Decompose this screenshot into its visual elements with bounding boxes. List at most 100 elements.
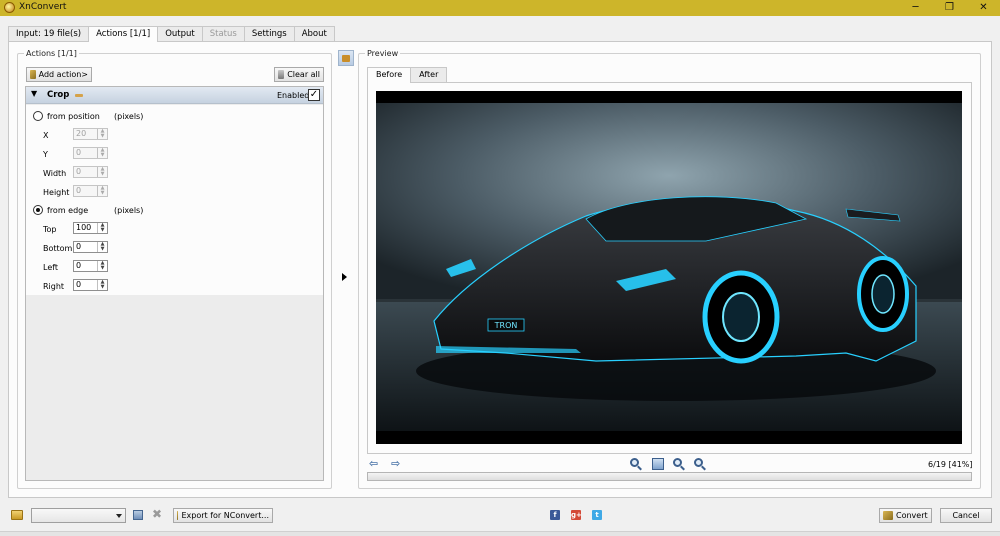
- height-spin-arrows-icon: ▲ ▼: [97, 186, 107, 196]
- convert-button[interactable]: Convert: [879, 508, 932, 523]
- cancel-button[interactable]: Cancel: [940, 508, 992, 523]
- maximize-button[interactable]: ❐: [932, 0, 967, 16]
- status-bar: [0, 531, 1000, 536]
- left-value: 0: [76, 261, 82, 270]
- convert-icon: [883, 511, 893, 520]
- export-icon: [177, 511, 179, 520]
- zoom-out-icon[interactable]: [694, 458, 706, 471]
- left-stepper[interactable]: 0 ▲ ▼: [73, 260, 108, 272]
- height-stepper: 0 ▲ ▼: [73, 185, 108, 197]
- tab-actions[interactable]: Actions [1/1]: [88, 26, 159, 42]
- right-label: Right: [43, 282, 65, 291]
- tab-status: Status: [201, 26, 245, 41]
- from-edge-unit: (pixels): [114, 206, 144, 215]
- enabled-checkbox[interactable]: ✓: [308, 89, 320, 101]
- right-spin-arrows-icon[interactable]: ▲ ▼: [97, 280, 107, 290]
- fit-to-window-icon[interactable]: [652, 458, 664, 470]
- top-spin-arrows-icon[interactable]: ▲ ▼: [97, 223, 107, 233]
- export-label: Export for NConvert...: [181, 511, 269, 520]
- main-tabs: Input: 19 file(s) Actions [1/1] Output S…: [8, 26, 335, 42]
- window-title: XnConvert: [19, 2, 67, 12]
- width-label: Width: [43, 169, 67, 178]
- top-stepper[interactable]: 100 ▲ ▼: [73, 222, 108, 234]
- bottom-stepper[interactable]: 0 ▲ ▼: [73, 241, 108, 253]
- chevron-down-icon: [116, 514, 122, 518]
- right-stepper[interactable]: 0 ▲ ▼: [73, 279, 108, 291]
- from-position-unit: (pixels): [114, 112, 144, 121]
- right-value: 0: [76, 280, 82, 289]
- car-badge-text: TRON: [494, 321, 518, 330]
- left-label: Left: [43, 263, 59, 272]
- crop-action-header[interactable]: ▼ Crop Enabled ✓: [26, 87, 323, 104]
- save-preset-icon[interactable]: [133, 510, 143, 520]
- preview-group-title: Preview: [365, 49, 401, 58]
- clear-all-icon: [278, 70, 285, 79]
- x-spin-arrows-icon: ▲ ▼: [97, 129, 107, 139]
- action-list: ▼ Crop Enabled ✓ from position (pixels) …: [25, 86, 324, 481]
- height-value: 0: [76, 186, 82, 195]
- tab-about[interactable]: About: [293, 26, 335, 41]
- tab-after[interactable]: After: [410, 67, 448, 82]
- width-value: 0: [76, 167, 82, 176]
- clear-all-label: Clear all: [287, 70, 320, 79]
- bottom-label: Bottom: [43, 244, 73, 253]
- height-label: Height: [43, 188, 70, 197]
- top-value: 100: [76, 223, 92, 232]
- bottom-value: 0: [76, 242, 82, 251]
- expand-arrow-icon[interactable]: [342, 273, 347, 281]
- image-counter: 6/19 [41%]: [928, 460, 973, 469]
- width-spin-arrows-icon: ▲ ▼: [97, 167, 107, 177]
- next-arrow-icon[interactable]: ⇨: [391, 458, 403, 470]
- x-value: 20: [76, 129, 87, 138]
- y-label: Y: [43, 150, 48, 159]
- convert-label: Convert: [896, 511, 928, 520]
- top-label: Top: [43, 225, 57, 234]
- from-position-radio[interactable]: [33, 111, 43, 121]
- car-illustration: TRON: [376, 91, 962, 444]
- cancel-label: Cancel: [952, 511, 980, 520]
- facebook-icon[interactable]: f: [550, 510, 560, 520]
- tab-input[interactable]: Input: 19 file(s): [8, 26, 90, 41]
- from-edge-radio[interactable]: [33, 205, 43, 215]
- preset-dropdown[interactable]: [31, 508, 126, 523]
- enabled-label: Enabled: [277, 91, 310, 100]
- remove-action-icon[interactable]: [75, 94, 83, 97]
- from-position-label: from position: [47, 112, 100, 121]
- width-stepper: 0 ▲ ▼: [73, 166, 108, 178]
- zoom-in-icon[interactable]: [630, 458, 642, 471]
- preview-scrollbar[interactable]: [367, 472, 972, 481]
- add-action-button[interactable]: Add action>: [26, 67, 92, 82]
- y-spin-arrows-icon: ▲ ▼: [97, 148, 107, 158]
- clear-all-button[interactable]: Clear all: [274, 67, 324, 82]
- zoom-actual-icon[interactable]: [673, 458, 685, 471]
- crop-settings: from position (pixels) X 20 ▲ ▼ Y 0 ▲ ▼ Wi…: [26, 105, 323, 295]
- preview-image: TRON: [376, 91, 962, 444]
- minimize-button[interactable]: ─: [898, 0, 933, 16]
- google-plus-icon[interactable]: g+: [571, 510, 582, 520]
- xnconvert-logo-icon: [4, 2, 15, 13]
- previous-arrow-icon[interactable]: ⇦: [369, 458, 381, 470]
- x-stepper: 20 ▲ ▼: [73, 128, 108, 140]
- add-action-label: Add action>: [38, 70, 88, 79]
- preview-tabs: Before After: [367, 67, 448, 83]
- actions-group-title: Actions [1/1]: [24, 49, 79, 58]
- tab-settings[interactable]: Settings: [243, 26, 295, 41]
- title-bar: XnConvert ─ ❐ ✕: [0, 0, 1000, 16]
- from-edge-label: from edge: [47, 206, 89, 215]
- y-value: 0: [76, 148, 82, 157]
- crop-action-name: Crop: [47, 90, 70, 100]
- left-spin-arrows-icon[interactable]: ▲ ▼: [97, 261, 107, 271]
- twitter-icon[interactable]: t: [592, 510, 602, 520]
- y-stepper: 0 ▲ ▼: [73, 147, 108, 159]
- tab-before[interactable]: Before: [367, 67, 412, 83]
- x-label: X: [43, 131, 49, 140]
- tab-output[interactable]: Output: [157, 26, 203, 41]
- delete-preset-icon[interactable]: ✖: [152, 508, 162, 520]
- open-folder-icon[interactable]: [11, 510, 23, 520]
- add-action-icon: [30, 70, 36, 79]
- close-button[interactable]: ✕: [966, 0, 1000, 16]
- export-nconvert-button[interactable]: Export for NConvert...: [173, 508, 273, 523]
- toggle-preview-icon[interactable]: [338, 50, 354, 66]
- collapse-caret-icon[interactable]: ▼: [31, 89, 37, 98]
- bottom-spin-arrows-icon[interactable]: ▲ ▼: [97, 242, 107, 252]
